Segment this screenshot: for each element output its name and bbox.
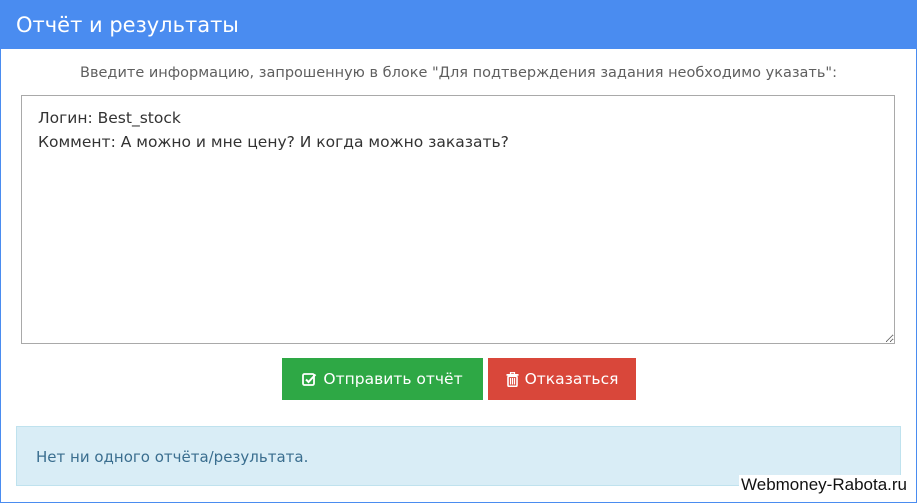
panel-title: Отчёт и результаты (1, 1, 916, 49)
refuse-button[interactable]: Отказаться (488, 358, 636, 400)
check-square-icon (302, 372, 317, 387)
report-panel: Отчёт и результаты Введите информацию, з… (0, 0, 917, 503)
refuse-label: Отказаться (524, 370, 619, 388)
submit-report-label: Отправить отчёт (323, 370, 463, 388)
no-results-message: Нет ни одного отчёта/результата. (36, 448, 309, 466)
submit-report-button[interactable]: Отправить отчёт (282, 358, 483, 400)
trash-icon (506, 371, 519, 387)
instruction-text: Введите информацию, запрошенную в блоке … (80, 65, 837, 81)
watermark: Webmoney-Rabota.ru (739, 475, 909, 495)
report-textarea[interactable]: Логин: Best_stock Коммент: А можно и мне… (21, 95, 895, 344)
